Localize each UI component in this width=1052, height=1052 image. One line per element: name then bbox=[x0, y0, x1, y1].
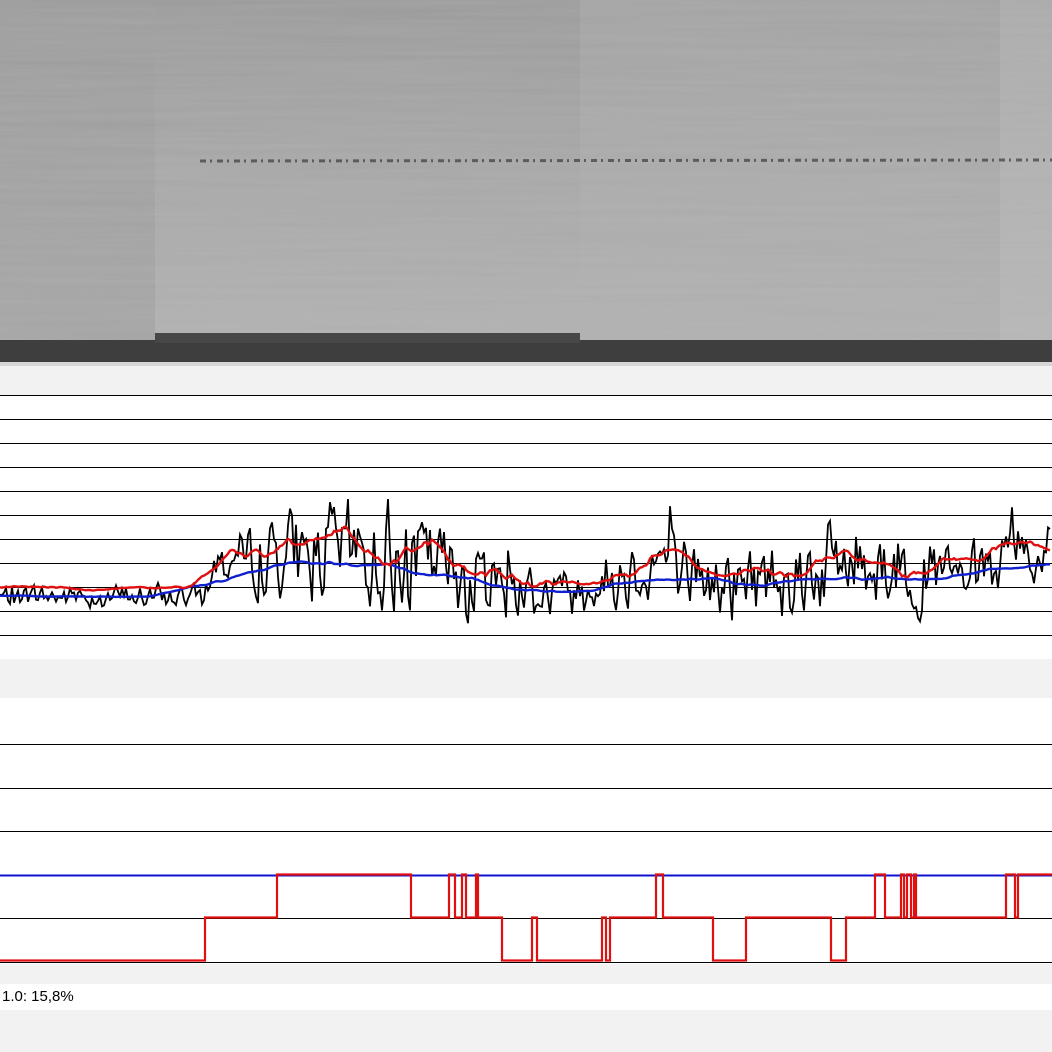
red-mean-series bbox=[0, 525, 1051, 592]
photo-edge-step bbox=[155, 333, 580, 343]
spacer bbox=[0, 1010, 1052, 1052]
photo-grain bbox=[0, 0, 1052, 362]
texture-image-icon bbox=[0, 0, 1052, 362]
spacer bbox=[0, 366, 1052, 395]
signal-chart-panel bbox=[0, 395, 1052, 659]
spacer bbox=[0, 964, 1052, 984]
classification-chart-panel bbox=[0, 698, 1052, 964]
status-bar: 1.0: 15,8% bbox=[0, 984, 1052, 1010]
status-text: 1.0: 15,8% bbox=[2, 988, 74, 1005]
spacer bbox=[0, 659, 1052, 698]
classification-chart bbox=[0, 744, 1052, 963]
raw-signal-series bbox=[0, 499, 1051, 624]
signal-chart bbox=[0, 395, 1052, 636]
photo-dark-edge bbox=[0, 340, 1052, 362]
red-level-series bbox=[0, 873, 1052, 962]
surface-photo bbox=[0, 0, 1052, 362]
